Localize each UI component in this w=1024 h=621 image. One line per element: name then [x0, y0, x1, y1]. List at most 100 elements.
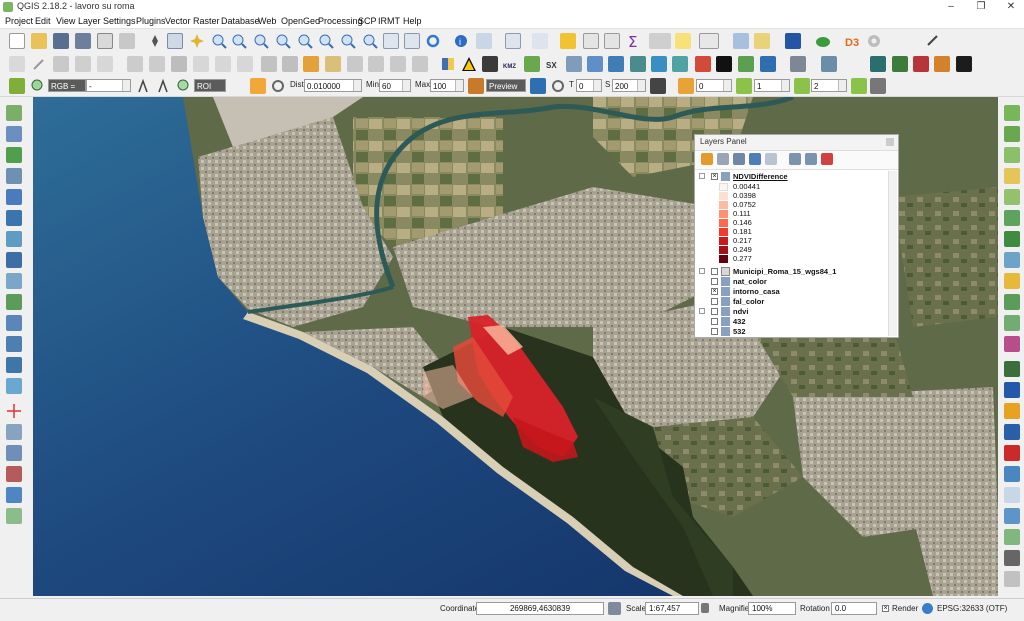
size-input[interactable]: 200: [612, 79, 646, 92]
node-tool-icon[interactable]: [127, 56, 143, 72]
photo-icon[interactable]: [1004, 508, 1020, 524]
puzzle-icon[interactable]: [1004, 403, 1020, 419]
statistics-sigma-icon[interactable]: Σ: [626, 33, 642, 49]
collapse-all-icon[interactable]: [805, 153, 817, 165]
scp-postprocess-icon[interactable]: [934, 56, 950, 72]
move-feature-icon[interactable]: [97, 56, 113, 72]
magnifier-field[interactable]: 100%: [748, 602, 796, 615]
star-tool-icon[interactable]: [1004, 168, 1020, 184]
layer-name-municipi[interactable]: Municipi_Roma_15_wgs84_1: [733, 267, 836, 276]
edit-field-2-input[interactable]: 1: [754, 79, 790, 92]
preview-point-icon[interactable]: [468, 78, 484, 94]
attribute-table-icon[interactable]: [583, 33, 599, 49]
diagram-options-icon[interactable]: [390, 56, 406, 72]
georeferencer-icon[interactable]: [6, 466, 22, 482]
deselect-icon[interactable]: [532, 33, 548, 49]
scp-main-icon[interactable]: [9, 78, 25, 94]
blue-plugin-icon[interactable]: [760, 56, 776, 72]
add-feature-icon[interactable]: [75, 56, 91, 72]
kmz-plugin-icon[interactable]: KMZ: [503, 56, 519, 72]
zoom-layer-icon[interactable]: [318, 33, 334, 49]
band-combination-select[interactable]: -: [86, 79, 131, 92]
cloud-plugin-icon[interactable]: [815, 33, 831, 49]
layer-name-ndvi[interactable]: ndvi: [733, 307, 748, 316]
menu-raster[interactable]: Raster: [193, 16, 220, 26]
change-label-icon[interactable]: [368, 56, 384, 72]
grid-icon[interactable]: [678, 78, 694, 94]
gps-tool-icon[interactable]: [6, 424, 22, 440]
label-tool-icon[interactable]: [261, 56, 277, 72]
menu-web[interactable]: Web: [258, 16, 276, 26]
extents-toggle-icon[interactable]: [608, 602, 621, 615]
grid-hash-icon[interactable]: [1004, 550, 1020, 566]
cut-features-icon[interactable]: [171, 56, 187, 72]
menu-scp[interactable]: SCP: [358, 16, 377, 26]
new-map-view-icon[interactable]: [383, 33, 399, 49]
expand-all-icon[interactable]: [789, 153, 801, 165]
layer-checkbox-intorno-casa[interactable]: ×: [711, 288, 718, 295]
download-arrow-icon[interactable]: [1004, 382, 1020, 398]
rgb-icon[interactable]: [137, 78, 153, 94]
zoom-in-icon[interactable]: [211, 33, 227, 49]
histogram-icon[interactable]: [1004, 105, 1020, 121]
coordinate-capture-icon[interactable]: [6, 445, 22, 461]
new-geopackage-icon[interactable]: [6, 336, 22, 352]
menu-view[interactable]: View: [56, 16, 75, 26]
preview-button[interactable]: Preview: [486, 79, 526, 92]
edit-arrow-2-icon[interactable]: [794, 78, 810, 94]
field-calculator-icon[interactable]: [604, 33, 620, 49]
accuracy-icon[interactable]: [1004, 315, 1020, 331]
raster-info-icon[interactable]: [1004, 252, 1020, 268]
edit-field-3-input[interactable]: 2: [811, 79, 847, 92]
undo-icon[interactable]: [237, 56, 253, 72]
edit-arrow-1-icon[interactable]: [736, 78, 752, 94]
digitize-tool-icon[interactable]: [925, 33, 941, 49]
sx-plugin-icon[interactable]: SX: [545, 56, 561, 72]
remove-temp-icon[interactable]: [650, 78, 666, 94]
tools-cross-icon[interactable]: [1004, 571, 1020, 587]
menu-database[interactable]: Database: [221, 16, 260, 26]
save-vector-icon[interactable]: [1004, 466, 1020, 482]
redo-preview-icon[interactable]: [550, 78, 566, 94]
add-vector-layer-icon[interactable]: [6, 105, 22, 121]
sigma-plugin-icon[interactable]: [1004, 336, 1020, 352]
postgis-plugin-icon[interactable]: [482, 56, 498, 72]
zoom-roi-icon[interactable]: [176, 78, 192, 94]
layer-checkbox-municipi[interactable]: [711, 268, 718, 275]
print-composer-icon[interactable]: [97, 33, 113, 49]
touch-pan-icon[interactable]: [167, 33, 183, 49]
identify-icon[interactable]: i: [453, 33, 469, 49]
red-plugin-icon[interactable]: [695, 56, 711, 72]
layer-name-432[interactable]: 432: [733, 317, 746, 326]
lock-icon[interactable]: [701, 603, 709, 613]
zoom-full-icon[interactable]: [275, 33, 291, 49]
toggle-editing-icon[interactable]: [31, 56, 47, 72]
paste-features-icon[interactable]: [215, 56, 231, 72]
dist-input[interactable]: 0.010000: [304, 79, 362, 92]
lightbulb-icon[interactable]: [1004, 273, 1020, 289]
add-spatialite-layer-icon[interactable]: [6, 168, 22, 184]
close-button[interactable]: ✕: [996, 0, 1024, 14]
composer-manager-icon[interactable]: [119, 33, 135, 49]
menu-plugins[interactable]: Plugins: [136, 16, 166, 26]
warning-plugin-icon[interactable]: [461, 56, 477, 72]
refresh-icon[interactable]: [425, 33, 441, 49]
rotate-label-icon[interactable]: [347, 56, 363, 72]
roi-redo-icon[interactable]: [270, 78, 286, 94]
text-annotation-icon[interactable]: [699, 33, 719, 49]
layer-checkbox-ndvi[interactable]: [711, 308, 718, 315]
add-delimited-text-icon[interactable]: [6, 252, 22, 268]
spectral-plot-icon[interactable]: [1004, 189, 1020, 205]
scale-field[interactable]: 1:67,457: [645, 602, 699, 615]
import-arrow-icon[interactable]: [1004, 424, 1020, 440]
coordinate-field[interactable]: 269869,4630839: [476, 602, 604, 615]
add-postgis-layer-icon[interactable]: [6, 147, 22, 163]
manage-visibility-icon[interactable]: [733, 153, 745, 165]
layer-name-nat-color[interactable]: nat_color: [733, 277, 767, 286]
scp-dock-icon[interactable]: [870, 56, 886, 72]
scatter-plot-icon[interactable]: [1004, 210, 1020, 226]
menu-project[interactable]: Project: [5, 16, 33, 26]
open-project-icon[interactable]: [31, 33, 47, 49]
label-properties-icon[interactable]: [412, 56, 428, 72]
collapse-toggle-icon[interactable]: [699, 173, 705, 179]
